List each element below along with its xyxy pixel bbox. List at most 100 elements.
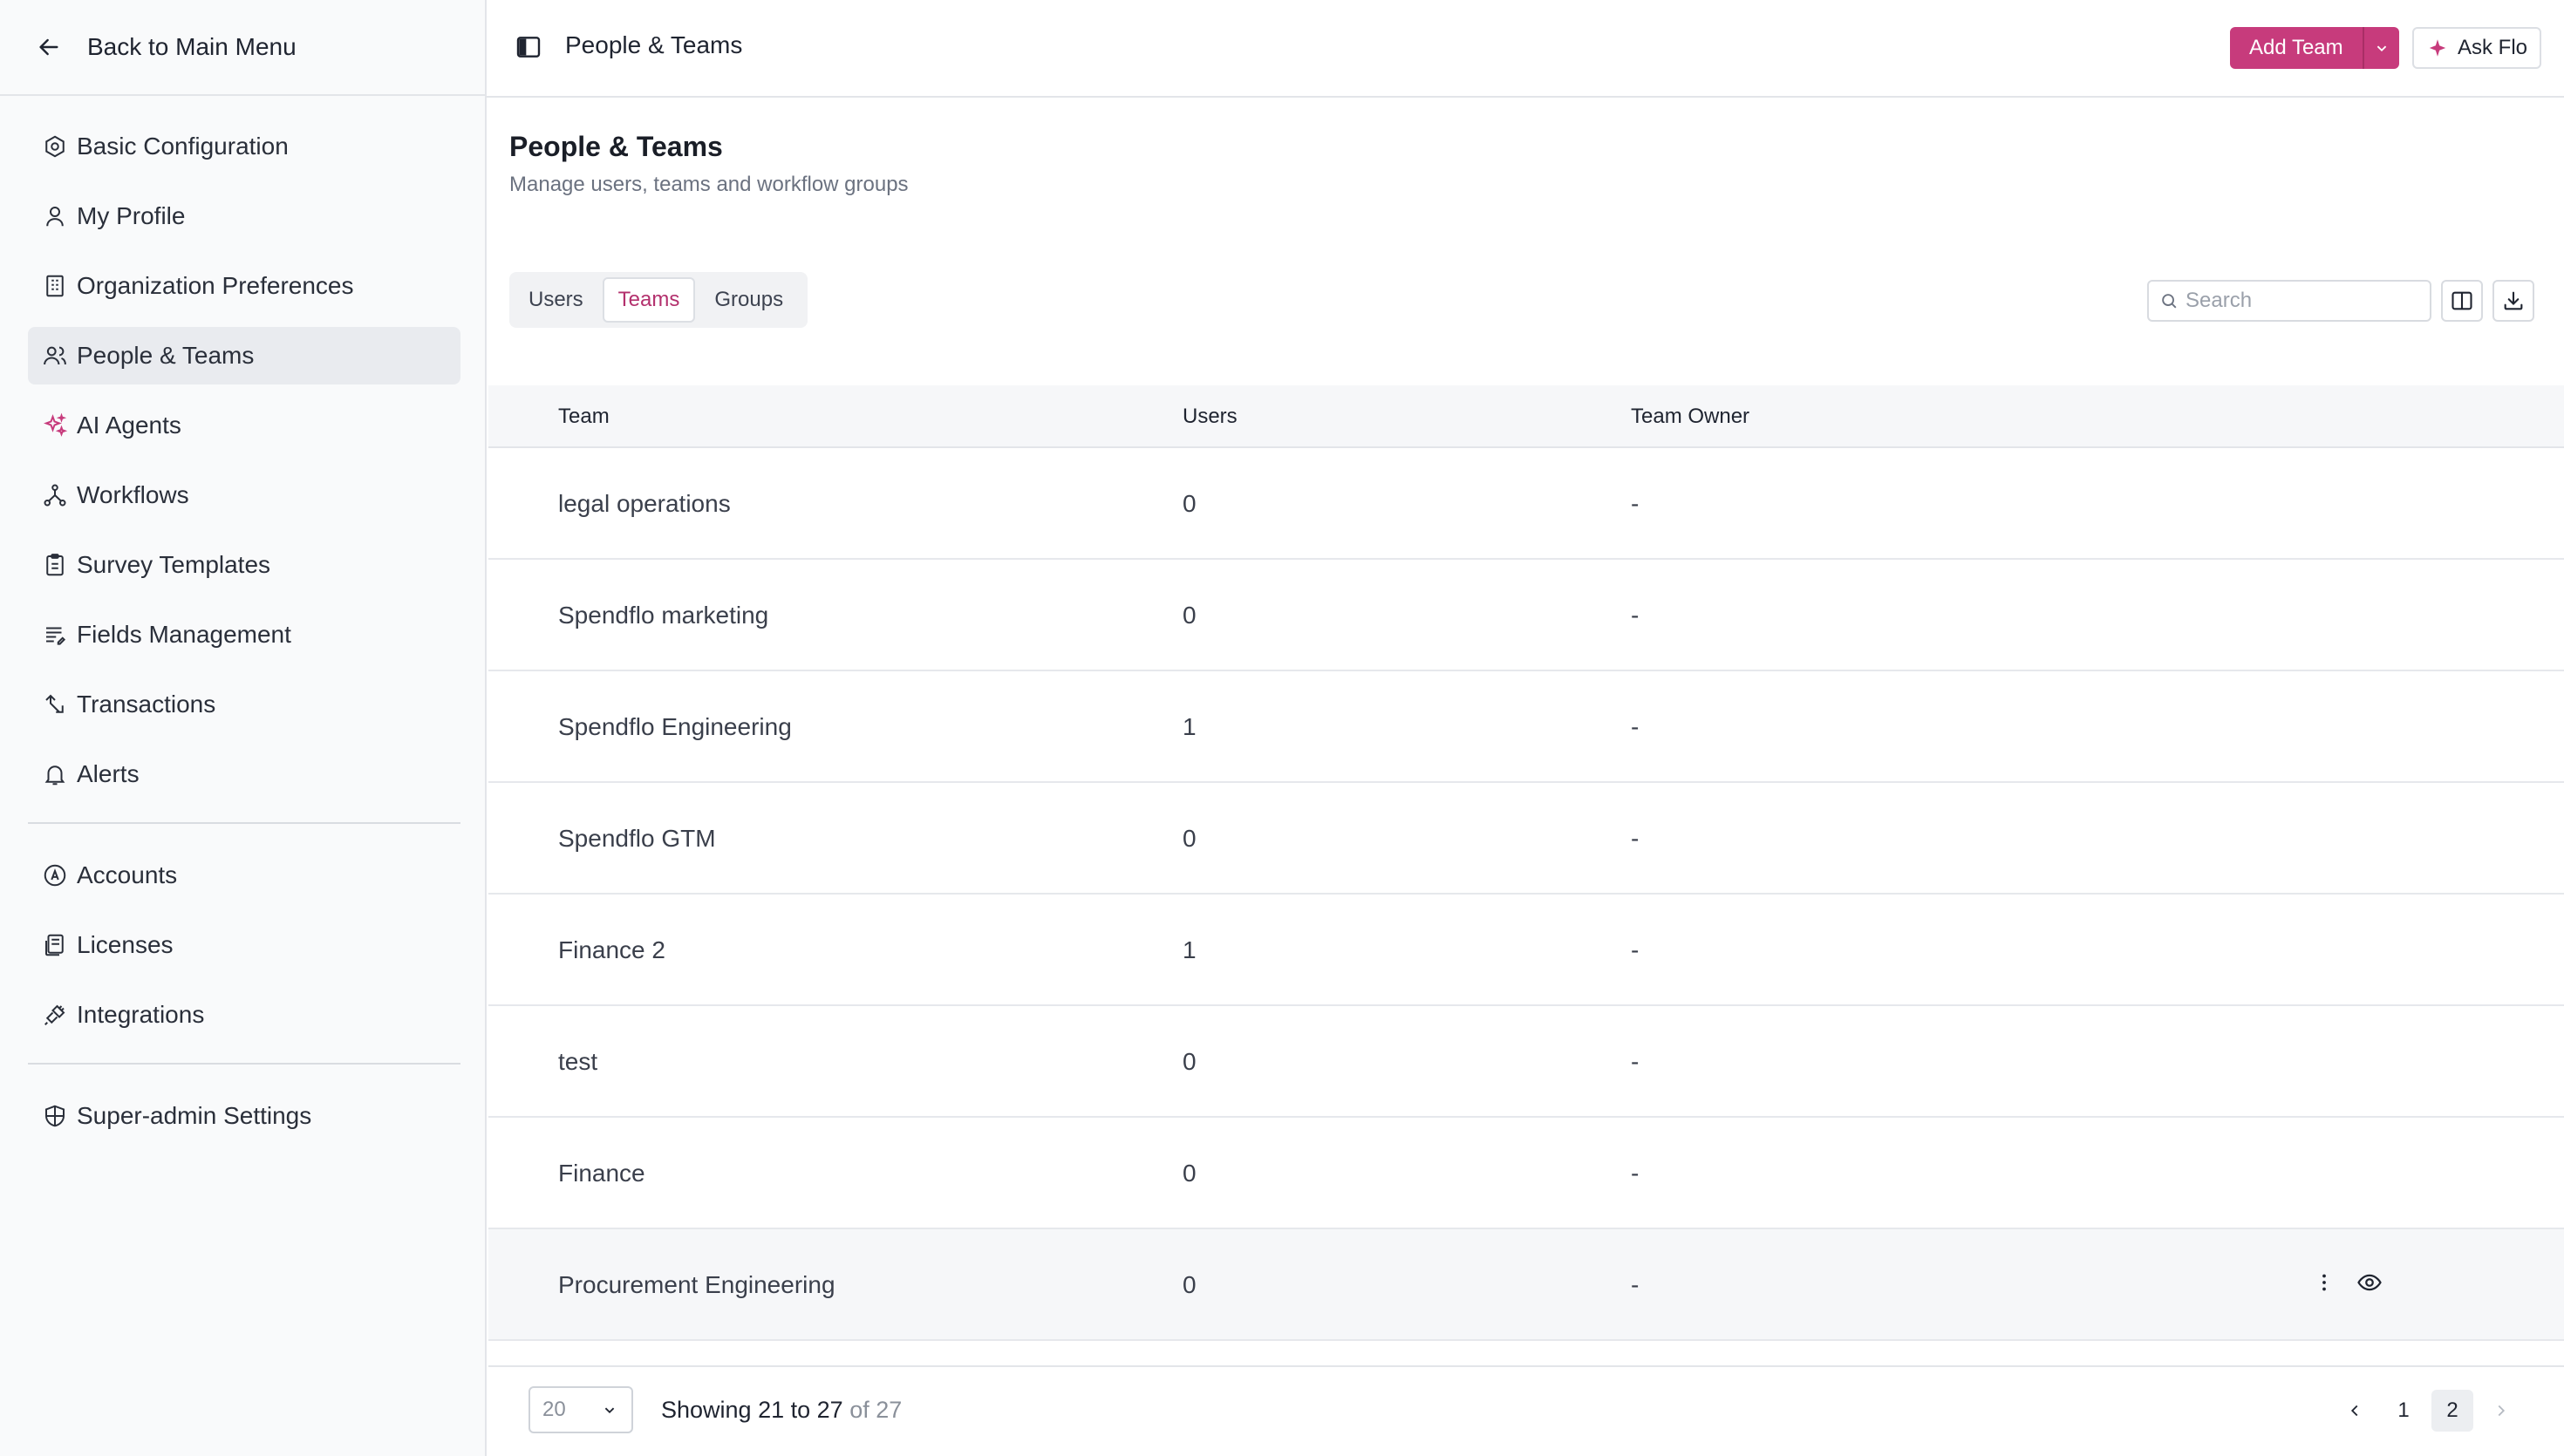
team-owner-cell: -: [1631, 936, 1640, 963]
search-input[interactable]: [2186, 289, 2421, 313]
sidebar-item-super-admin-settings[interactable]: Super-admin Settings: [28, 1087, 460, 1145]
search-box: [2147, 280, 2431, 322]
table-row[interactable]: legal operations 0 -: [488, 448, 2564, 560]
team-name-cell: test: [558, 1048, 598, 1075]
row-actions: [2311, 1269, 2383, 1296]
eye-icon[interactable]: [2356, 1269, 2383, 1296]
sidebar-item-people-teams[interactable]: People & Teams: [28, 327, 460, 384]
columns-icon: [2451, 291, 2472, 310]
app-root: Back to Main Menu Basic Configuration My…: [0, 0, 2564, 1456]
license-icon: [45, 934, 64, 956]
settings-nav: Basic Configuration My Profile Organizat…: [28, 118, 460, 1157]
sidebar-item-transactions[interactable]: Transactions: [28, 676, 460, 733]
workflow-icon: [44, 484, 66, 507]
sidebar-item-label: Transactions: [77, 691, 216, 718]
page-title: People & Teams: [509, 131, 723, 162]
top-header: People & Teams Add Team Ask Flo: [487, 0, 2564, 98]
team-name-cell: Spendflo Engineering: [558, 713, 792, 740]
back-label: Back to Main Menu: [87, 33, 297, 60]
team-owner-cell: -: [1631, 1048, 1640, 1075]
table-row[interactable]: Spendflo GTM 0 -: [488, 783, 2564, 895]
team-name-cell: Spendflo marketing: [558, 602, 769, 629]
list-edit-icon: [46, 627, 66, 645]
sidebar-item-basic-configuration[interactable]: Basic Configuration: [28, 118, 460, 175]
users-count-cell: 0: [1183, 1160, 1197, 1187]
showing-total: of 27: [849, 1397, 903, 1423]
chevron-down-icon: [2376, 45, 2386, 52]
sidebar-item-alerts[interactable]: Alerts: [28, 745, 460, 803]
team-owner-cell: -: [1631, 602, 1640, 629]
sidebar-item-label: Integrations: [77, 1001, 205, 1028]
table-row[interactable]: test 0 -: [488, 1006, 2564, 1118]
page-size-select[interactable]: 20: [528, 1386, 633, 1433]
header-title: People & Teams: [565, 31, 743, 58]
team-owner-cell: -: [1631, 1160, 1640, 1187]
table-footer: 20 Showing 21 to 27 of 27 1 2: [488, 1365, 2564, 1453]
shield-icon: [45, 1105, 65, 1127]
column-header-team[interactable]: Team: [558, 405, 610, 429]
team-name-cell: Finance 2: [558, 936, 665, 963]
team-owner-cell: -: [1631, 825, 1640, 852]
sidebar-item-integrations[interactable]: Integrations: [28, 986, 460, 1044]
clipboard-icon: [46, 554, 64, 576]
prev-page-button[interactable]: [2334, 1390, 2376, 1432]
tab-groups[interactable]: Groups: [700, 277, 797, 323]
back-to-main-menu[interactable]: Back to Main Menu: [0, 0, 485, 96]
sidebar-item-label: Licenses: [77, 931, 174, 958]
chevron-right-icon: [2498, 1405, 2506, 1417]
users-count-cell: 0: [1183, 602, 1197, 629]
add-team-button[interactable]: Add Team: [2230, 27, 2363, 69]
sidebar-item-workflows[interactable]: Workflows: [28, 466, 460, 524]
page-2-button[interactable]: 2: [2431, 1390, 2473, 1432]
user-icon: [46, 207, 64, 227]
ask-flo-label: Ask Flo: [2458, 36, 2528, 59]
sparkle-icon: [2429, 39, 2446, 57]
team-name-cell: legal operations: [558, 490, 731, 517]
column-header-team-owner[interactable]: Team Owner: [1631, 405, 1749, 429]
more-vertical-icon[interactable]: [2311, 1269, 2337, 1296]
columns-toggle-button[interactable]: [2441, 280, 2483, 322]
table-row[interactable]: Finance 0 -: [488, 1118, 2564, 1229]
sidebar: Back to Main Menu Basic Configuration My…: [0, 0, 487, 1456]
column-header-users[interactable]: Users: [1183, 405, 1238, 429]
sidebar-item-label: Organization Preferences: [77, 272, 354, 299]
table-row[interactable]: Spendflo marketing 0 -: [488, 560, 2564, 671]
sidebar-item-my-profile[interactable]: My Profile: [28, 187, 460, 245]
team-owner-cell: -: [1631, 1271, 1640, 1298]
table-row[interactable]: Spendflo Engineering 1 -: [488, 671, 2564, 783]
add-team-dropdown-button[interactable]: [2362, 27, 2399, 69]
team-owner-cell: -: [1631, 490, 1640, 517]
tab-teams[interactable]: Teams: [602, 277, 696, 323]
sidebar-item-organization-preferences[interactable]: Organization Preferences: [28, 257, 460, 315]
ask-flo-button[interactable]: Ask Flo: [2412, 27, 2542, 69]
next-page-button[interactable]: [2480, 1390, 2522, 1432]
table-row[interactable]: Finance 2 1 -: [488, 895, 2564, 1006]
sidebar-item-label: Basic Configuration: [77, 133, 289, 160]
sidebar-divider: [28, 822, 460, 824]
bell-icon: [44, 765, 65, 786]
sidebar-item-licenses[interactable]: Licenses: [28, 916, 460, 974]
plug-icon: [44, 1004, 65, 1025]
users-count-cell: 0: [1183, 825, 1197, 852]
team-name-cell: Finance: [558, 1160, 645, 1187]
sidebar-toggle-icon[interactable]: [515, 33, 542, 61]
sidebar-item-ai-agents[interactable]: AI Agents: [28, 397, 460, 454]
users-count-cell: 0: [1183, 1271, 1197, 1298]
sidebar-item-label: Survey Templates: [77, 551, 271, 578]
sidebar-item-survey-templates[interactable]: Survey Templates: [28, 536, 460, 594]
chevron-down-icon: [604, 1407, 615, 1414]
page-1-button[interactable]: 1: [2383, 1390, 2424, 1432]
table-row[interactable]: Procurement Engineering 0 -: [488, 1229, 2564, 1341]
sidebar-divider: [28, 1063, 460, 1065]
download-icon: [2504, 291, 2523, 310]
tab-users[interactable]: Users: [515, 277, 597, 323]
sidebar-item-accounts[interactable]: Accounts: [28, 847, 460, 904]
table-header: Team Users Team Owner: [488, 385, 2564, 448]
users-icon: [44, 346, 66, 365]
sidebar-item-fields-management[interactable]: Fields Management: [28, 606, 460, 663]
page-subtitle: Manage users, teams and workflow groups: [509, 173, 909, 196]
add-team-split-button: Add Team: [2230, 27, 2399, 69]
download-button[interactable]: [2492, 280, 2534, 322]
pagination: 1 2: [2334, 1390, 2529, 1432]
showing-range: Showing 21 to 27: [661, 1397, 843, 1423]
